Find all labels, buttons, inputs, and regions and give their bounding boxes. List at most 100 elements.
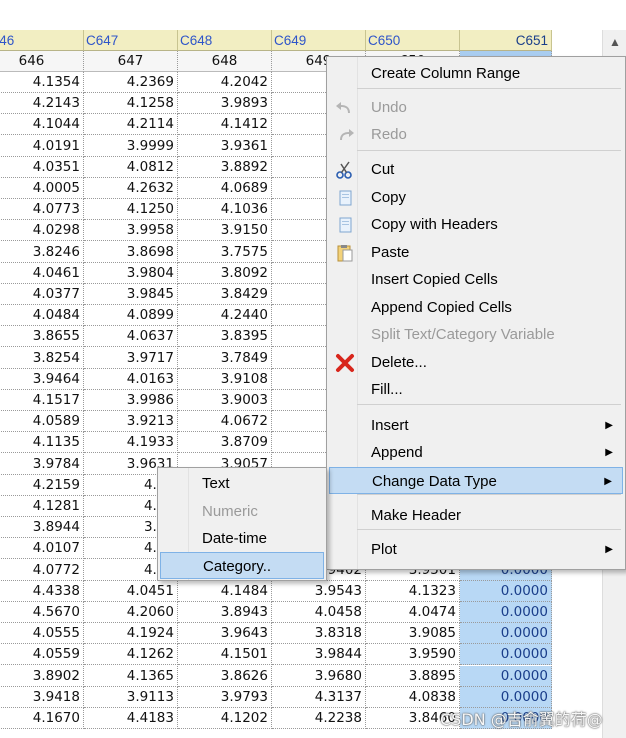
grid-cell[interactable]: 4.1258 bbox=[84, 93, 178, 115]
grid-cell[interactable]: 4.1365 bbox=[84, 665, 178, 687]
menu-item-fill[interactable]: Fill... bbox=[329, 376, 623, 403]
grid-cell[interactable]: 3.9793 bbox=[178, 686, 272, 708]
grid-cell[interactable]: 4.1262 bbox=[84, 644, 178, 666]
menu-item-copy[interactable]: Copy bbox=[329, 184, 623, 211]
grid-cell[interactable]: 3.9543 bbox=[272, 580, 366, 602]
grid-cell[interactable]: 4.1323 bbox=[366, 580, 460, 602]
grid-cell[interactable]: 3.9003 bbox=[178, 390, 272, 411]
grid-cell[interactable]: 3.8943 bbox=[178, 602, 272, 623]
grid-cell[interactable]: 4.1670 bbox=[0, 708, 84, 729]
menu-item-redo[interactable]: Redo bbox=[329, 121, 623, 148]
menu-item-change-data-type[interactable]: Change Data Type ▶ bbox=[329, 467, 623, 494]
submenu-item-text[interactable]: Text bbox=[160, 470, 324, 497]
grid-cell[interactable]: 4.2114 bbox=[84, 114, 178, 136]
grid-cell[interactable]: 4.0298 bbox=[0, 220, 84, 242]
grid-cell[interactable]: 3.8895 bbox=[366, 665, 460, 687]
grid-cell[interactable]: 4.0163 bbox=[84, 368, 178, 390]
grid-cell[interactable]: 3.9999 bbox=[84, 135, 178, 157]
grid-cell[interactable]: 3.8092 bbox=[178, 262, 272, 284]
grid-cell[interactable]: 4.0484 bbox=[0, 305, 84, 327]
grid-cell[interactable]: 3.8395 bbox=[178, 326, 272, 348]
grid-cell[interactable]: 4.0461 bbox=[0, 262, 84, 284]
grid-cell[interactable]: 3.8709 bbox=[178, 432, 272, 454]
cell-c651[interactable]: 0.0000 bbox=[460, 686, 552, 708]
grid-cell[interactable]: 4.0555 bbox=[0, 623, 84, 645]
grid-cell[interactable]: 3.8246 bbox=[0, 241, 84, 263]
menu-item-copy-with-headers[interactable]: Copy with Headers bbox=[329, 211, 623, 238]
grid-cell[interactable]: 4.0773 bbox=[0, 199, 84, 221]
grid-cell[interactable]: 3.9464 bbox=[0, 368, 84, 390]
menu-item-undo[interactable]: Undo bbox=[329, 94, 623, 121]
grid-cell[interactable]: 4.1933 bbox=[84, 432, 178, 454]
grid-cell[interactable]: 3.8318 bbox=[272, 623, 366, 645]
grid-cell[interactable]: 3.9113 bbox=[84, 686, 178, 708]
grid-cell[interactable]: 4.0838 bbox=[366, 686, 460, 708]
grid-cell[interactable]: 4.3137 bbox=[272, 686, 366, 708]
grid-cell[interactable]: 4.0474 bbox=[366, 602, 460, 623]
cell-c651[interactable]: 0.0000 bbox=[460, 602, 552, 623]
grid-cell[interactable]: 4.0351 bbox=[0, 156, 84, 178]
grid-cell[interactable]: 3.9986 bbox=[84, 390, 178, 411]
grid-cell[interactable]: 3.8944 bbox=[0, 517, 84, 539]
grid-cell[interactable]: 4.1517 bbox=[0, 390, 84, 411]
grid-cell[interactable]: 4.1044 bbox=[0, 114, 84, 136]
grid-cell[interactable]: 3.8626 bbox=[178, 665, 272, 687]
grid-cell[interactable]: 4.1036 bbox=[178, 199, 272, 221]
grid-cell[interactable]: 4.1281 bbox=[0, 496, 84, 517]
grid-cell[interactable]: 4.2042 bbox=[178, 72, 272, 93]
grid-cell[interactable]: 3.8254 bbox=[0, 347, 84, 369]
menu-item-insert[interactable]: Insert ▶ bbox=[329, 412, 623, 439]
grid-cell[interactable]: 4.2369 bbox=[84, 72, 178, 93]
submenu-item-date-time[interactable]: Date-time bbox=[160, 525, 324, 552]
cell-c651[interactable]: 0.0000 bbox=[460, 623, 552, 645]
grid-cell[interactable]: 4.0672 bbox=[178, 411, 272, 433]
grid-cell[interactable]: 3.8902 bbox=[0, 665, 84, 687]
grid-cell[interactable]: 647 bbox=[84, 51, 178, 72]
grid-cell[interactable]: 4.1501 bbox=[178, 644, 272, 666]
grid-cell[interactable]: 3.9804 bbox=[84, 262, 178, 284]
grid-cell[interactable]: 4.1135 bbox=[0, 432, 84, 454]
grid-cell[interactable]: 4.1484 bbox=[178, 580, 272, 602]
grid-cell[interactable]: 4.2440 bbox=[178, 305, 272, 327]
grid-cell[interactable]: 3.9150 bbox=[178, 220, 272, 242]
menu-item-append[interactable]: Append ▶ bbox=[329, 439, 623, 466]
menu-item-make-header[interactable]: Make Header bbox=[329, 502, 623, 529]
grid-cell[interactable]: 3.8698 bbox=[84, 241, 178, 263]
grid-cell[interactable]: 4.0377 bbox=[0, 284, 84, 305]
grid-cell[interactable]: 4.4338 bbox=[0, 580, 84, 602]
menu-item-delete[interactable]: Delete... bbox=[329, 349, 623, 376]
grid-cell[interactable]: 4.0689 bbox=[178, 178, 272, 199]
grid-cell[interactable]: 4.1412 bbox=[178, 114, 272, 136]
grid-cell[interactable]: 4.0559 bbox=[0, 644, 84, 666]
grid-cell[interactable]: 4.0451 bbox=[84, 580, 178, 602]
grid-cell[interactable]: 3.9108 bbox=[178, 368, 272, 390]
grid-cell[interactable]: 3.9085 bbox=[366, 623, 460, 645]
grid-cell[interactable]: 648 bbox=[178, 51, 272, 72]
grid-cell[interactable]: 4.2143 bbox=[0, 93, 84, 115]
grid-cell[interactable]: 3.9680 bbox=[272, 665, 366, 687]
grid-cell[interactable]: 3.9893 bbox=[178, 93, 272, 115]
grid-cell[interactable]: 3.9845 bbox=[84, 284, 178, 305]
grid-cell[interactable]: 4.1924 bbox=[84, 623, 178, 645]
grid-cell[interactable]: 3.7849 bbox=[178, 347, 272, 369]
grid-cell[interactable]: 3.8655 bbox=[0, 326, 84, 348]
grid-cell[interactable]: 3.9590 bbox=[366, 644, 460, 666]
grid-cell[interactable]: 3.9717 bbox=[84, 347, 178, 369]
menu-item-plot[interactable]: Plot ▶ bbox=[329, 536, 623, 563]
cell-c651[interactable]: 0.0000 bbox=[460, 644, 552, 666]
grid-cell[interactable]: 3.9418 bbox=[0, 686, 84, 708]
grid-cell[interactable]: 4.0772 bbox=[0, 559, 84, 581]
menu-item-create-column-range[interactable]: Create Column Range bbox=[329, 60, 623, 87]
grid-cell[interactable]: 4.0899 bbox=[84, 305, 178, 327]
grid-cell[interactable]: 3.8429 bbox=[178, 284, 272, 305]
scroll-up-arrow-icon[interactable]: ▲ bbox=[603, 30, 626, 54]
grid-cell[interactable]: 646 bbox=[0, 51, 84, 72]
column-header[interactable]: C649 bbox=[272, 30, 366, 51]
grid-cell[interactable]: 4.0589 bbox=[0, 411, 84, 433]
grid-cell[interactable]: 4.2632 bbox=[84, 178, 178, 199]
submenu-item-category[interactable]: Category.. bbox=[160, 552, 324, 579]
grid-cell[interactable]: 3.9844 bbox=[272, 644, 366, 666]
menu-item-cut[interactable]: Cut bbox=[329, 156, 623, 183]
grid-cell[interactable]: 3.7575 bbox=[178, 241, 272, 263]
grid-cell[interactable]: 4.2159 bbox=[0, 474, 84, 496]
